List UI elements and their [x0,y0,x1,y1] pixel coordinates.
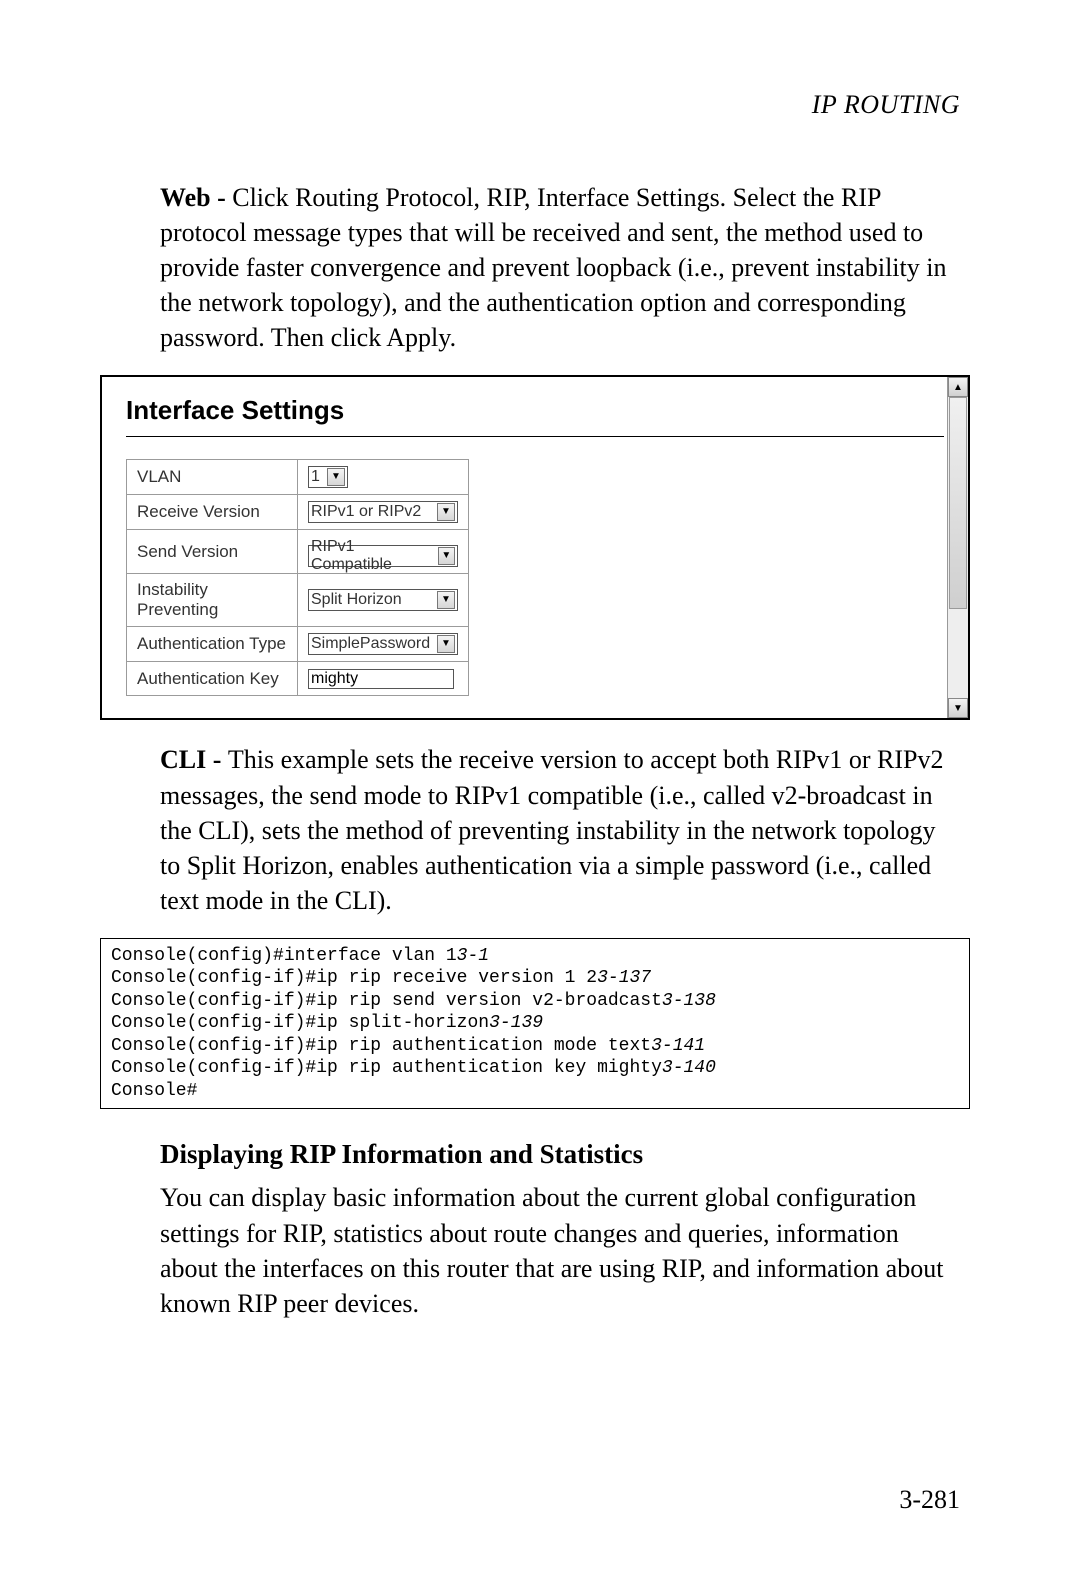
cli-reference: 3-140 [662,1058,716,1078]
chevron-down-icon: ▼ [438,547,455,565]
cli-reference: 3-137 [597,968,651,988]
web-text: Click Routing Protocol, RIP, Interface S… [160,183,946,352]
page-number: 3-281 [899,1485,960,1515]
panel-title: Interface Settings [126,395,944,426]
vlan-select[interactable]: 1 ▼ [308,466,348,488]
label-authentication-type: Authentication Type [127,627,298,662]
cli-line: Console(config)#interface vlan 13-1 [111,945,959,968]
chevron-down-icon: ▼ [437,635,455,653]
vertical-scrollbar[interactable]: ▲ ▼ [947,377,968,718]
row-instability-preventing: Instability Preventing Split Horizon ▼ [127,574,469,627]
label-send-version: Send Version [127,530,298,574]
cli-text: This example sets the receive version to… [160,745,943,914]
row-authentication-type: Authentication Type SimplePassword ▼ [127,627,469,662]
cli-reference: 3-1 [457,946,489,966]
authentication-type-value: SimplePassword [311,635,430,653]
cli-line: Console(config-if)#ip split-horizon3-139 [111,1012,959,1035]
settings-table: VLAN 1 ▼ Receive Version RIPv1 or RIPv2 … [126,459,469,696]
cli-line: Console(config-if)#ip rip authentication… [111,1035,959,1058]
panel-divider [126,436,944,437]
cli-line: Console(config-if)#ip rip receive versio… [111,967,959,990]
label-vlan: VLAN [127,460,298,495]
cli-reference: 3-141 [651,1036,705,1056]
web-label: Web - [160,183,232,212]
vlan-select-value: 1 [311,468,320,486]
section-body: You can display basic information about … [160,1180,950,1320]
scroll-down-button[interactable]: ▼ [948,698,968,718]
interface-settings-window: ▲ ▼ Interface Settings VLAN 1 ▼ Re [100,375,970,720]
cli-line: Console(config-if)#ip rip authentication… [111,1057,959,1080]
cli-line: Console# [111,1080,959,1103]
cli-code-block: Console(config)#interface vlan 13-1Conso… [100,938,970,1110]
instability-preventing-value: Split Horizon [311,591,402,609]
chevron-down-icon: ▼ [437,503,455,521]
row-send-version: Send Version RIPv1 Compatible ▼ [127,530,469,574]
cli-label: CLI - [160,745,228,774]
receive-version-value: RIPv1 or RIPv2 [311,503,421,521]
row-authentication-key: Authentication Key [127,662,469,696]
scroll-up-button[interactable]: ▲ [948,377,968,397]
label-instability-preventing: Instability Preventing [127,574,298,627]
scroll-thumb[interactable] [949,397,967,609]
chevron-down-icon: ▼ [437,591,455,609]
row-vlan: VLAN 1 ▼ [127,460,469,495]
row-receive-version: Receive Version RIPv1 or RIPv2 ▼ [127,495,469,530]
running-header: IP ROUTING [100,90,970,120]
authentication-key-input[interactable] [308,669,454,689]
section-heading: Displaying RIP Information and Statistic… [160,1139,970,1170]
label-receive-version: Receive Version [127,495,298,530]
cli-line: Console(config-if)#ip rip send version v… [111,990,959,1013]
label-authentication-key: Authentication Key [127,662,298,696]
chevron-down-icon: ▼ [327,468,345,486]
cli-reference: 3-138 [662,991,716,1011]
cli-paragraph: CLI - This example sets the receive vers… [160,742,950,917]
send-version-value: RIPv1 Compatible [311,538,434,574]
send-version-select[interactable]: RIPv1 Compatible ▼ [308,545,458,567]
authentication-type-select[interactable]: SimplePassword ▼ [308,633,458,655]
web-paragraph: Web - Click Routing Protocol, RIP, Inter… [160,180,950,355]
instability-preventing-select[interactable]: Split Horizon ▼ [308,589,458,611]
receive-version-select[interactable]: RIPv1 or RIPv2 ▼ [308,501,458,523]
cli-reference: 3-139 [489,1013,543,1033]
